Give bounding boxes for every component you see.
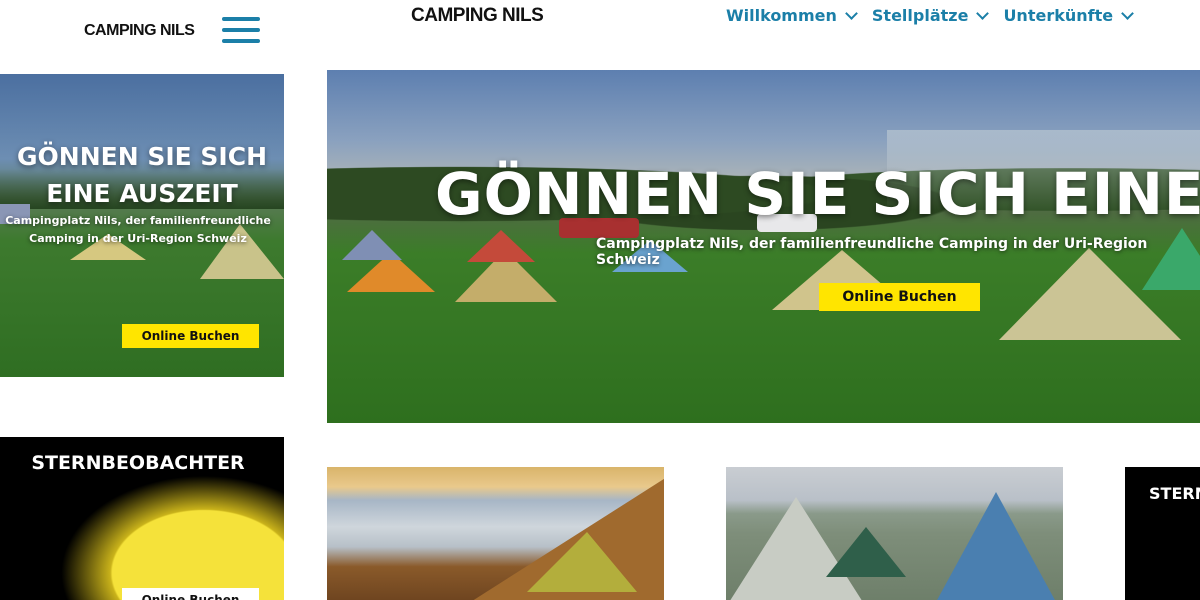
online-buchen-button[interactable]: Online Buchen (122, 588, 259, 600)
desktop-hero-subtitle: Campingplatz Nils, der familienfreundlic… (596, 236, 1148, 268)
tent-image (936, 492, 1056, 600)
card-title: STERNBEOBACHTER (31, 452, 245, 474)
online-buchen-button[interactable]: Online Buchen (819, 283, 980, 311)
logo-left[interactable]: CAMPING NILS (84, 22, 195, 40)
tent-image (342, 230, 402, 260)
chevron-down-icon (845, 7, 858, 20)
nav-item-willkommen[interactable]: Willkommen (726, 6, 858, 25)
mobile-card-sternbeobachter: STERNBEOBACHTER Online Buchen (0, 437, 284, 600)
main-nav: Willkommen Stellplätze Unterkünfte (726, 6, 1134, 25)
mobile-hero-subtitle-line1: Campingplatz Nils, der familienfreundlic… (5, 214, 271, 227)
tent-image (826, 527, 906, 577)
mobile-hero-title-line1: GÖNNEN SIE SICH (17, 142, 267, 171)
tent-image (467, 230, 535, 262)
hamburger-menu-icon[interactable] (222, 17, 260, 50)
nav-item-unterkuenfte[interactable]: Unterkünfte (1003, 6, 1134, 25)
chevron-down-icon (976, 7, 990, 20)
nav-item-label[interactable]: Willkommen (726, 6, 837, 25)
mobile-hero-title-line2: EINE AUSZEIT (46, 179, 238, 208)
nav-item-stellplaetze[interactable]: Stellplätze (872, 6, 990, 25)
right-card-stern[interactable]: STERN (1125, 467, 1200, 600)
chevron-down-icon (1121, 7, 1134, 20)
mobile-hero: GÖNNEN SIE SICH EINE AUSZEIT Campingplat… (0, 74, 284, 377)
logo-center[interactable]: CAMPING NILS (411, 5, 544, 27)
tent-image (60, 475, 284, 600)
tent-image (527, 532, 637, 592)
desktop-hero-title: GÖNNEN SIE SICH EINE AU (435, 160, 1200, 228)
nav-item-label[interactable]: Stellplätze (872, 6, 969, 25)
mobile-hero-subtitle-line2: Camping in der Uri-Region Schweiz (29, 232, 247, 245)
nav-item-label[interactable]: Unterkünfte (1003, 6, 1113, 25)
card-image-mountain-tent[interactable] (327, 467, 664, 600)
card-image-festival-tents[interactable] (726, 467, 1063, 600)
card-title: STERN (1149, 484, 1200, 503)
online-buchen-button[interactable]: Online Buchen (122, 324, 259, 348)
desktop-hero: GÖNNEN SIE SICH EINE AU Campingplatz Nil… (327, 70, 1200, 423)
